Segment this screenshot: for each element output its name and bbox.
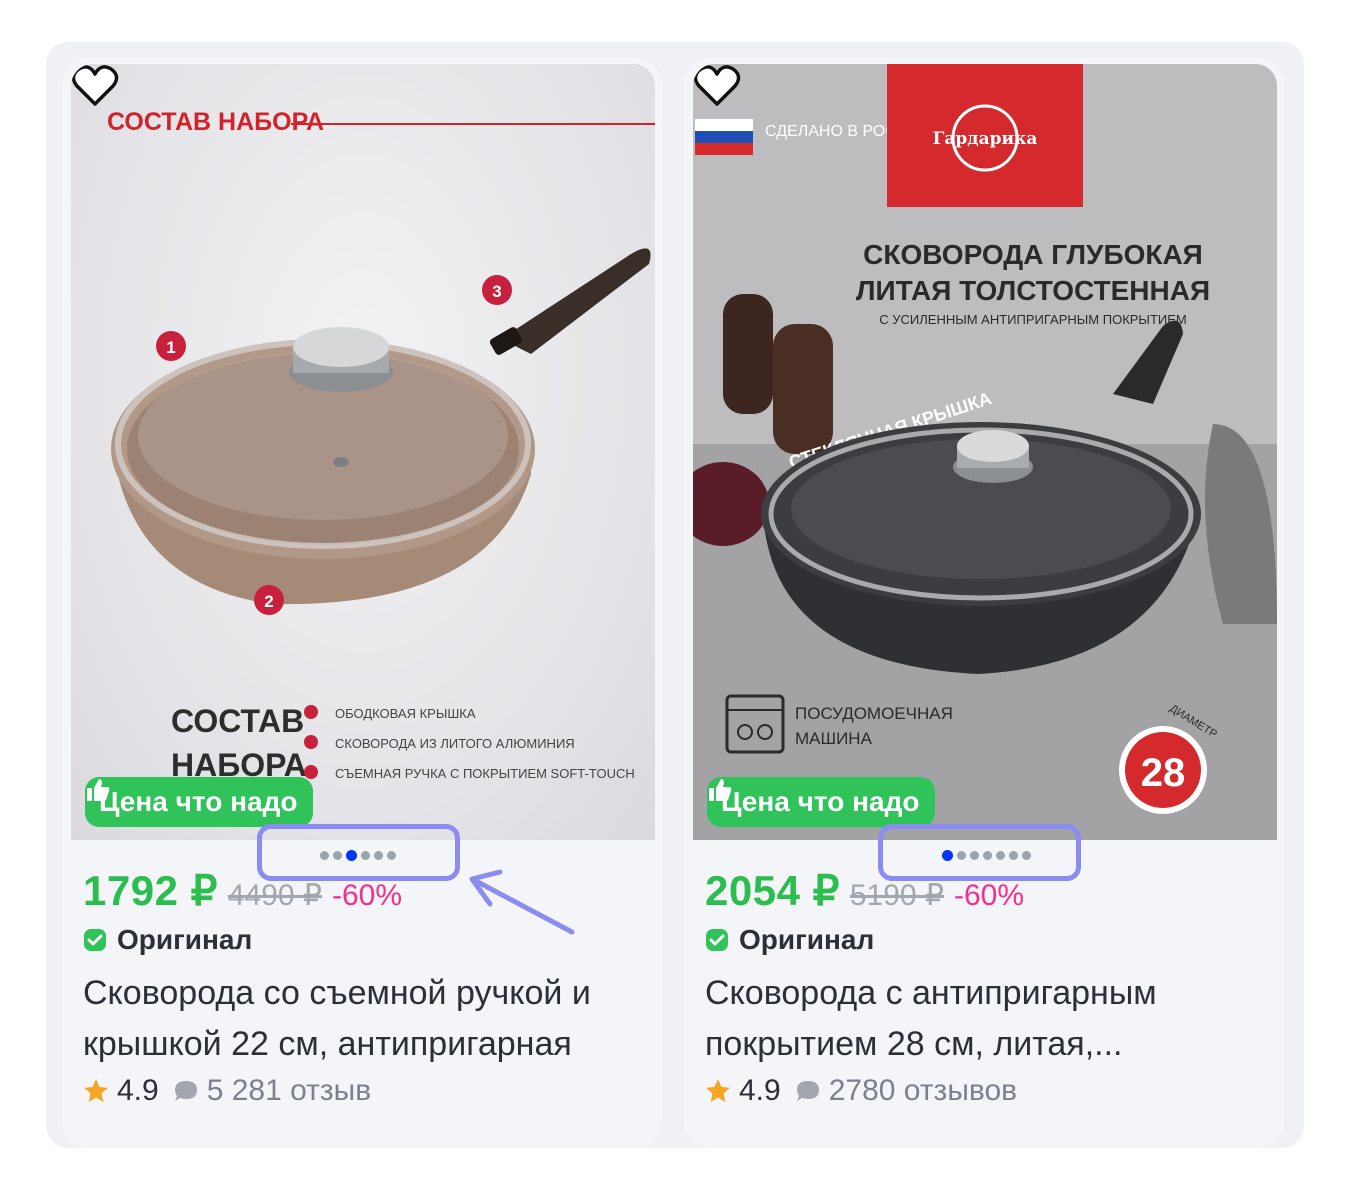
rating-score: 4.9 bbox=[739, 1074, 781, 1107]
badge-label: Цена что надо bbox=[721, 786, 920, 817]
star-icon bbox=[84, 1079, 108, 1102]
discount: -60% bbox=[332, 879, 403, 912]
title-line: покрытием 28 см, литая,... bbox=[705, 1025, 1123, 1063]
thumbs-up-icon bbox=[87, 779, 110, 801]
price-badge: Цена что надо bbox=[707, 777, 936, 827]
callout-1: 1 bbox=[166, 338, 175, 357]
favorite-heart-icon[interactable] bbox=[71, 64, 119, 108]
list-item-2: СКОВОРОДА ИЗ ЛИТОГО АЛЮМИНИЯ bbox=[335, 736, 575, 751]
product-title[interactable]: Сковорода со съемной ручкой и крышкой 22… bbox=[83, 968, 643, 1070]
check-shield-icon bbox=[84, 929, 106, 951]
callout-3: 3 bbox=[492, 282, 501, 301]
original-label: Оригинал bbox=[83, 924, 252, 956]
star-icon bbox=[706, 1079, 730, 1102]
current-price: 1792 ₽ bbox=[83, 867, 218, 914]
original-text: Оригинал bbox=[739, 924, 875, 955]
reviews-count[interactable]: 5 281 отзыв bbox=[207, 1074, 371, 1108]
rating-row: 4.9 2780 отзывов bbox=[705, 1074, 1017, 1108]
discount: -60% bbox=[954, 879, 1025, 912]
headline-1: СКОВОРОДА ГЛУБОКАЯ bbox=[863, 239, 1203, 270]
brand-logo-text: Гардарика bbox=[933, 129, 1038, 149]
price-row: 1792 ₽ 4490 ₽ -60% bbox=[83, 866, 402, 915]
dishwasher-text-1: ПОСУДОМОЕЧНАЯ bbox=[795, 704, 953, 723]
current-price: 2054 ₽ bbox=[705, 867, 840, 914]
product-card[interactable]: СОСТАВ НАБОРА 1 2 3 СОСТАВ НАБОРА ОБОДКО… bbox=[62, 58, 662, 1148]
image-header-text: СОСТАВ НАБОРА bbox=[107, 108, 324, 136]
thumbs-up-icon bbox=[709, 779, 732, 801]
check-shield-icon bbox=[706, 929, 728, 951]
product-card[interactable]: СДЕЛАНО В РОССИИ Гардарика СКОВОРОДА ГЛУ… bbox=[684, 58, 1284, 1148]
dishwasher-text-2: МАШИНА bbox=[795, 729, 873, 748]
product-image[interactable]: СОСТАВ НАБОРА 1 2 3 СОСТАВ НАБОРА ОБОДКО… bbox=[71, 64, 655, 840]
product-image[interactable]: СДЕЛАНО В РОССИИ Гардарика СКОВОРОДА ГЛУ… bbox=[693, 64, 1277, 840]
badge-label: Цена что надо bbox=[99, 786, 298, 817]
title-line: Сковорода со съемной ручкой и bbox=[83, 974, 591, 1012]
product-title[interactable]: Сковорода с антипригарным покрытием 28 с… bbox=[705, 968, 1265, 1070]
rating-row: 4.9 5 281 отзыв bbox=[83, 1074, 371, 1108]
original-text: Оригинал bbox=[117, 924, 253, 955]
price-row: 2054 ₽ 5190 ₽ -60% bbox=[705, 866, 1024, 915]
title-line: крышкой 22 см, антипригарная bbox=[83, 1025, 572, 1063]
comment-icon bbox=[796, 1081, 819, 1101]
headline-2: ЛИТАЯ ТОЛСТОСТЕННАЯ bbox=[856, 275, 1210, 306]
footer-title-1: СОСТАВ bbox=[171, 703, 304, 739]
rating-score: 4.9 bbox=[117, 1074, 159, 1107]
price-badge: Цена что надо bbox=[85, 777, 314, 827]
comment-icon bbox=[174, 1081, 197, 1101]
favorite-heart-icon[interactable] bbox=[693, 64, 741, 108]
reviews-count[interactable]: 2780 отзывов bbox=[829, 1074, 1017, 1108]
diameter-value: 28 bbox=[1141, 751, 1186, 795]
old-price: 4490 ₽ bbox=[227, 879, 322, 912]
title-line: Сковорода с антипригарным bbox=[705, 974, 1157, 1012]
list-item-1: ОБОДКОВАЯ КРЫШКА bbox=[335, 706, 476, 721]
list-item-3: СЪЕМНАЯ РУЧКА С ПОКРЫТИЕМ SOFT-TOUCH bbox=[335, 766, 635, 781]
original-label: Оригинал bbox=[705, 924, 874, 956]
old-price: 5190 ₽ bbox=[849, 879, 944, 912]
callout-2: 2 bbox=[264, 592, 273, 611]
subline: С УСИЛЕННЫМ АНТИПРИГАРНЫМ ПОКРЫТИЕМ bbox=[879, 312, 1186, 327]
